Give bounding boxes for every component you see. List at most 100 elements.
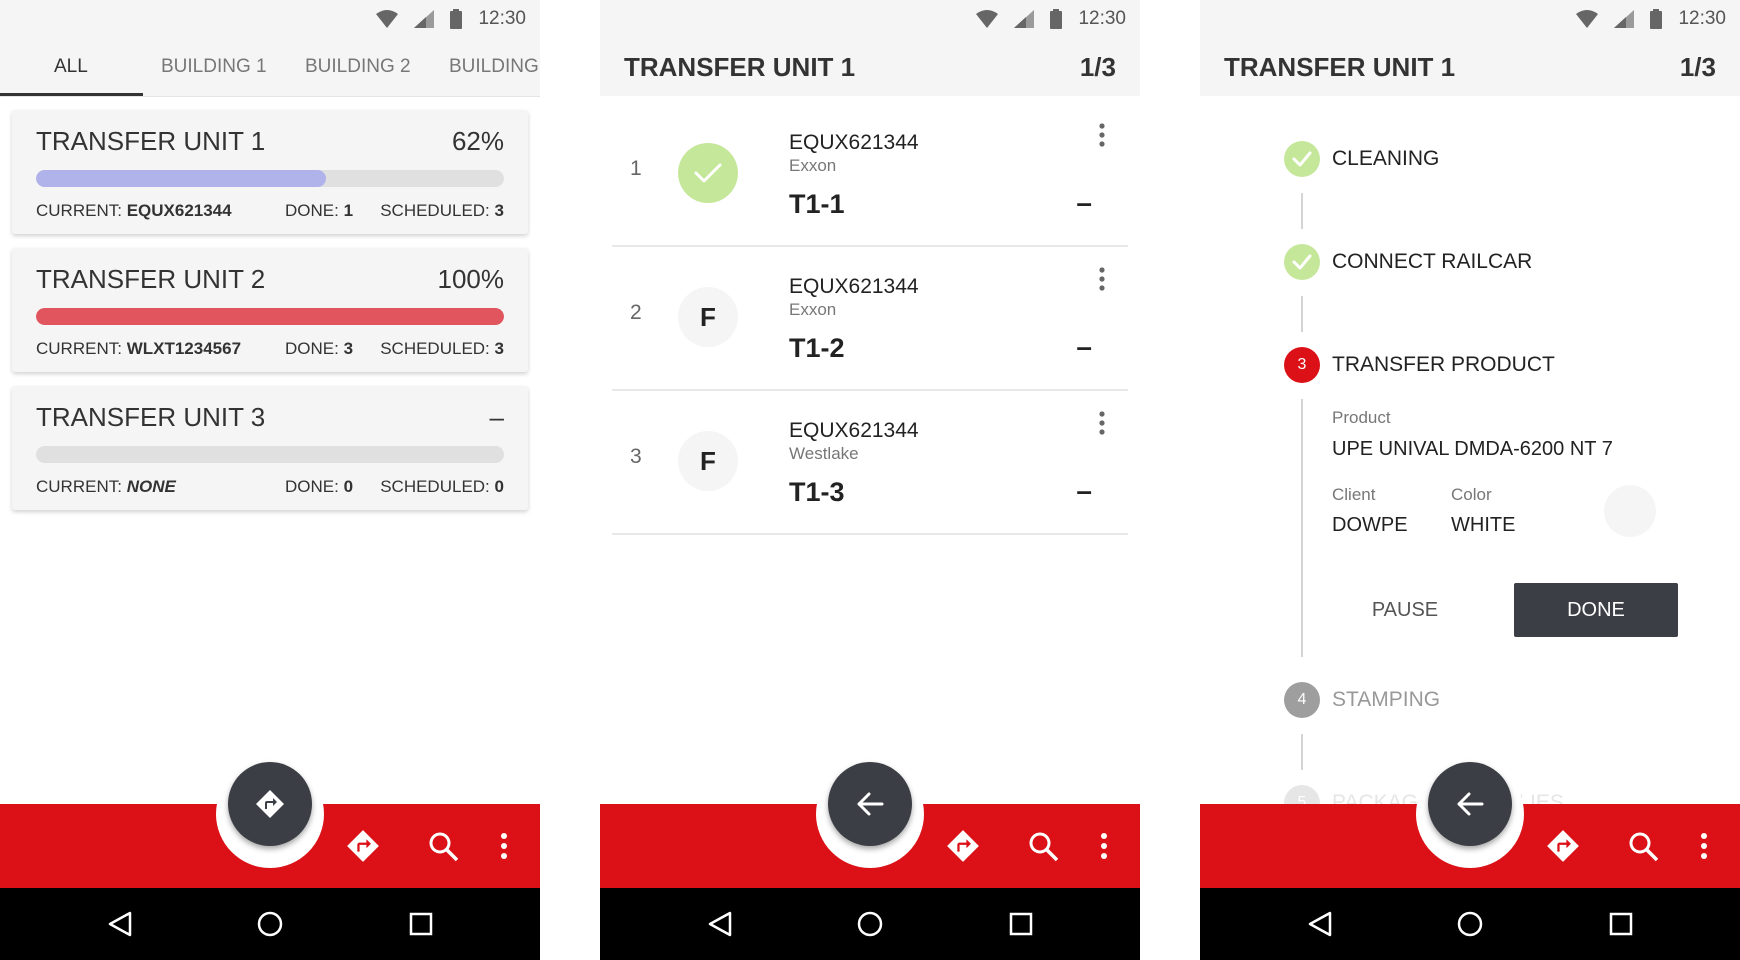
search-button[interactable] bbox=[1623, 826, 1663, 866]
client-label: Client bbox=[1332, 485, 1376, 504]
search-button[interactable] bbox=[1023, 826, 1063, 866]
done-button[interactable]: DONE bbox=[1514, 583, 1678, 637]
back-fab[interactable] bbox=[1428, 762, 1512, 846]
tab-all[interactable]: ALL bbox=[54, 38, 88, 96]
screen-header: TRANSFER UNIT 1 1/3 bbox=[600, 38, 1140, 96]
signal-icon bbox=[414, 10, 435, 28]
row-menu-button[interactable] bbox=[1098, 123, 1110, 149]
check-icon bbox=[1284, 141, 1320, 177]
page-counter: 1/3 bbox=[1079, 52, 1116, 82]
current-label: CURRENT: bbox=[36, 477, 122, 496]
list-item[interactable]: 1 EQUX621344 Exxon T1-1 – bbox=[612, 101, 1128, 247]
row-value: – bbox=[1076, 331, 1092, 362]
directions-button[interactable] bbox=[943, 826, 983, 866]
directions-button[interactable] bbox=[1543, 826, 1583, 866]
nav-home-button[interactable] bbox=[1454, 908, 1486, 940]
color-label: Color bbox=[1451, 485, 1492, 504]
home-icon bbox=[1457, 911, 1483, 937]
scheduled-info: SCHEDULED: 0 bbox=[380, 477, 504, 497]
step-label: TRANSFER PRODUCT bbox=[1332, 353, 1555, 376]
step-number-badge: 4 bbox=[1284, 682, 1320, 718]
progress-track bbox=[36, 446, 504, 463]
unit-card[interactable]: TRANSFER UNIT 3 – CURRENT: NONE DONE: 0 … bbox=[12, 386, 528, 510]
status-bar: 12:30 bbox=[1200, 0, 1740, 38]
nav-home-button[interactable] bbox=[254, 908, 286, 940]
overflow-menu-button[interactable] bbox=[484, 826, 524, 866]
battery-icon bbox=[1050, 9, 1063, 29]
railcar-code: EQUX621344 bbox=[789, 131, 919, 154]
row-status-avatar: F bbox=[678, 287, 738, 347]
color-value: WHITE bbox=[1451, 514, 1516, 536]
step-number: 4 bbox=[1297, 691, 1307, 708]
status-bar: 12:30 bbox=[0, 0, 540, 38]
directions-fab[interactable] bbox=[228, 762, 312, 846]
screen-unit-overview: 12:30 ALL BUILDING 1 BUILDING 2 BUILDING… bbox=[0, 0, 540, 960]
unit-name: TRANSFER UNIT 2 bbox=[36, 264, 266, 294]
signal-icon bbox=[1014, 10, 1035, 28]
nav-back-button[interactable] bbox=[1304, 908, 1336, 940]
step-number-badge: 3 bbox=[1284, 347, 1320, 383]
done-value: 3 bbox=[343, 339, 354, 358]
more-vert-icon bbox=[1101, 833, 1107, 859]
row-menu-button[interactable] bbox=[1098, 267, 1110, 293]
battery-icon bbox=[1650, 9, 1663, 29]
step-number: 3 bbox=[1297, 356, 1307, 373]
back-icon bbox=[1308, 911, 1332, 937]
status-time: 12:30 bbox=[478, 8, 526, 29]
scheduled-value: 0 bbox=[494, 477, 504, 496]
step-connector bbox=[1301, 193, 1303, 229]
back-icon bbox=[108, 911, 132, 937]
list-item[interactable]: 2 F EQUX621344 Exxon T1-2 – bbox=[612, 245, 1128, 391]
avatar-letter: F bbox=[700, 301, 716, 332]
step-label: STAMPING bbox=[1332, 688, 1441, 711]
railcar-code: EQUX621344 bbox=[789, 275, 919, 298]
current-label: CURRENT: bbox=[36, 339, 122, 358]
scheduled-info: SCHEDULED: 3 bbox=[380, 201, 504, 221]
tab-building-2[interactable]: BUILDING 2 bbox=[305, 38, 411, 96]
row-menu-button[interactable] bbox=[1098, 411, 1110, 437]
directions-button[interactable] bbox=[343, 826, 383, 866]
directions-icon bbox=[256, 790, 284, 818]
arrow-back-icon bbox=[857, 792, 884, 816]
arrow-back-icon bbox=[1457, 792, 1484, 816]
search-icon bbox=[429, 832, 459, 862]
nav-recents-button[interactable] bbox=[1605, 908, 1637, 940]
product-label: Product bbox=[1332, 408, 1391, 427]
scheduled-info: SCHEDULED: 3 bbox=[380, 339, 504, 359]
overflow-menu-button[interactable] bbox=[1084, 826, 1124, 866]
done-info: DONE: 3 bbox=[285, 339, 353, 359]
client-name: Exxon bbox=[789, 300, 837, 319]
pause-button[interactable]: PAUSE bbox=[1345, 583, 1465, 637]
unit-card[interactable]: TRANSFER UNIT 2 100% CURRENT: WLXT123456… bbox=[12, 248, 528, 372]
search-button[interactable] bbox=[423, 826, 463, 866]
row-index: 2 bbox=[630, 301, 642, 324]
scheduled-label: SCHEDULED: bbox=[380, 339, 490, 358]
back-fab[interactable] bbox=[828, 762, 912, 846]
current-info: CURRENT: WLXT1234567 bbox=[36, 339, 241, 359]
directions-icon bbox=[947, 830, 979, 862]
row-index: 1 bbox=[630, 157, 642, 180]
nav-back-button[interactable] bbox=[104, 908, 136, 940]
status-time: 12:30 bbox=[1678, 8, 1726, 29]
nav-home-button[interactable] bbox=[854, 908, 886, 940]
system-nav-bar bbox=[0, 888, 540, 960]
directions-icon bbox=[347, 830, 379, 862]
current-label: CURRENT: bbox=[36, 201, 122, 220]
done-label: DONE: bbox=[285, 339, 339, 358]
transfer-code: T1-2 bbox=[789, 333, 845, 363]
unit-name: TRANSFER UNIT 3 bbox=[36, 402, 266, 432]
tab-building-1[interactable]: BUILDING 1 bbox=[161, 38, 267, 96]
nav-recents-button[interactable] bbox=[405, 908, 437, 940]
list-item[interactable]: 3 F EQUX621344 Westlake T1-3 – bbox=[612, 389, 1128, 535]
done-value: 1 bbox=[343, 201, 354, 220]
check-icon bbox=[678, 143, 738, 203]
unit-card[interactable]: TRANSFER UNIT 1 62% CURRENT: EQUX621344 … bbox=[12, 110, 528, 234]
overflow-menu-button[interactable] bbox=[1684, 826, 1724, 866]
page-counter: 1/3 bbox=[1679, 52, 1716, 82]
nav-recents-button[interactable] bbox=[1005, 908, 1037, 940]
nav-back-button[interactable] bbox=[704, 908, 736, 940]
client-name: Westlake bbox=[789, 444, 859, 463]
tab-building-3[interactable]: BUILDING bbox=[449, 38, 539, 96]
recents-icon bbox=[409, 912, 433, 936]
railcar-code: EQUX621344 bbox=[789, 419, 919, 442]
